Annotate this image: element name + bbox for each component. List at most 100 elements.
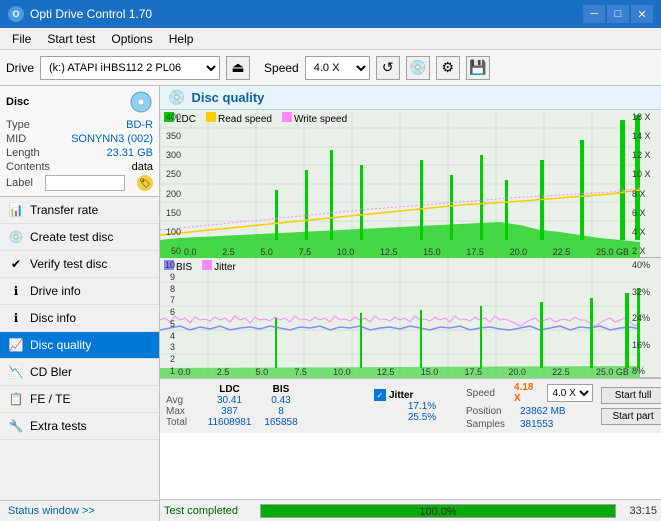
sidebar-item-disc-quality[interactable]: 📈 Disc quality — [0, 332, 159, 359]
disc-quality-icon: 📈 — [8, 337, 24, 353]
nav-item-label: FE / TE — [30, 392, 70, 406]
stats-max-bis: 8 — [261, 406, 301, 417]
y-left-350: 350 — [161, 131, 181, 141]
disc-length-value: 23.31 GB — [107, 147, 153, 159]
stats-total-label: Total — [166, 417, 198, 428]
stats-total-bis: 165858 — [261, 417, 301, 428]
start-part-button[interactable]: Start part — [601, 408, 661, 425]
x-label-12.5: 12.5 — [380, 247, 398, 257]
x2-label-20: 20.0 — [508, 367, 526, 377]
progress-status: Test completed — [164, 505, 254, 517]
settings-button[interactable]: ⚙ — [436, 56, 460, 80]
drive-toolbar: Drive (k:) ATAPI iHBS112 2 PL06 ⏏ Speed … — [0, 50, 661, 86]
sidebar-item-disc-info[interactable]: ℹ Disc info — [0, 305, 159, 332]
menu-file[interactable]: File — [4, 30, 39, 48]
x-label-25gb: 25.0 GB — [596, 247, 629, 257]
cd-bler-icon: 📉 — [8, 364, 24, 380]
extra-tests-icon: 🔧 — [8, 418, 24, 434]
y-right-40pct: 40% — [632, 260, 660, 270]
nav-item-label: CD Bler — [30, 365, 72, 379]
menu-help[interactable]: Help — [161, 30, 202, 48]
sidebar-item-create-test-disc[interactable]: 💿 Create test disc — [0, 224, 159, 251]
titlebar: O Opti Drive Control 1.70 ─ □ ✕ — [0, 0, 661, 28]
y-left-50: 50 — [161, 246, 181, 256]
y-label-8x: 8 X — [632, 189, 660, 199]
drive-select[interactable]: (k:) ATAPI iHBS112 2 PL06 — [40, 56, 220, 80]
y-left-150: 150 — [161, 208, 181, 218]
x2-label-10: 10.0 — [333, 367, 351, 377]
sidebar-item-transfer-rate[interactable]: 📊 Transfer rate — [0, 197, 159, 224]
menu-start-test[interactable]: Start test — [39, 30, 103, 48]
menu-options[interactable]: Options — [103, 30, 160, 48]
disc-mid-value: SONYNN3 (002) — [71, 133, 153, 145]
y-bis-9: 9 — [161, 272, 175, 282]
y-label-2x: 2 X — [632, 246, 660, 256]
x2-label-25gb: 25.0 GB — [596, 367, 629, 377]
ldc-chart: LDC Read speed Write speed 18 X 14 X 12 … — [160, 110, 661, 258]
close-button[interactable]: ✕ — [631, 5, 653, 23]
x-label-22.5: 22.5 — [553, 247, 571, 257]
menubar: File Start test Options Help — [0, 28, 661, 50]
start-full-button[interactable]: Start full — [601, 387, 661, 404]
sidebar-item-extra-tests[interactable]: 🔧 Extra tests — [0, 413, 159, 440]
disc-icon-button[interactable]: 💿 — [406, 56, 430, 80]
speed-test-select[interactable]: 4.0 X — [547, 384, 593, 402]
x-label-10: 10.0 — [337, 247, 355, 257]
y-left-250: 250 — [161, 169, 181, 179]
create-disc-icon: 💿 — [8, 229, 24, 245]
status-window-link[interactable]: Status window >> — [0, 500, 159, 521]
disc-label-input[interactable] — [45, 175, 125, 191]
y-bis-6: 6 — [161, 307, 175, 317]
nav-item-label: Drive info — [30, 284, 81, 298]
titlebar-controls: ─ □ ✕ — [583, 5, 653, 23]
disc-info-icon: ℹ — [8, 310, 24, 326]
sidebar: Disc Type BD-R MID SONYNN3 (002) Length … — [0, 86, 160, 521]
read-speed-legend: Read speed — [206, 112, 272, 125]
y-bis-5: 5 — [161, 319, 175, 329]
x-label-2.5: 2.5 — [222, 247, 235, 257]
nav-item-label: Transfer rate — [30, 203, 98, 217]
disc-label-label: Label — [6, 177, 33, 189]
sidebar-item-drive-info[interactable]: ℹ Drive info — [0, 278, 159, 305]
sidebar-item-verify-test-disc[interactable]: ✔ Verify test disc — [0, 251, 159, 278]
start-buttons: Start full Start part — [601, 387, 661, 425]
y-label-12x: 12 X — [632, 150, 660, 160]
maximize-button[interactable]: □ — [607, 5, 629, 23]
content-header: 💿 Disc quality — [160, 86, 661, 110]
app-title: Opti Drive Control 1.70 — [30, 7, 152, 21]
progress-time: 33:15 — [622, 505, 657, 517]
y-bis-2: 2 — [161, 354, 175, 364]
jitter-checkbox[interactable]: ✓ — [374, 389, 386, 401]
y-left-100: 100 — [161, 227, 181, 237]
y-left-300: 300 — [161, 150, 181, 160]
x2-label-22.5: 22.5 — [552, 367, 570, 377]
nav-item-label: Verify test disc — [30, 257, 107, 271]
sidebar-item-cd-bler[interactable]: 📉 CD Bler — [0, 359, 159, 386]
content-area: 💿 Disc quality — [160, 86, 661, 521]
write-speed-legend: Write speed — [282, 112, 347, 125]
disc-panel: Disc Type BD-R MID SONYNN3 (002) Length … — [0, 86, 159, 197]
disc-mid-row: MID SONYNN3 (002) — [6, 132, 153, 146]
titlebar-left: O Opti Drive Control 1.70 — [8, 6, 152, 22]
y-left-200: 200 — [161, 189, 181, 199]
progress-area: Test completed 100.0% 33:15 — [160, 499, 661, 521]
drive-info-icon: ℹ — [8, 283, 24, 299]
x2-label-5: 5.0 — [256, 367, 269, 377]
speed-select[interactable]: 4.0 X — [305, 56, 370, 80]
x-label-5: 5.0 — [260, 247, 273, 257]
app-icon: O — [8, 6, 24, 22]
disc-contents-label: Contents — [6, 161, 50, 173]
y-label-10x: 10 X — [632, 169, 660, 179]
sidebar-item-fe-te[interactable]: 📋 FE / TE — [0, 386, 159, 413]
stats-avg-jitter: 17.1% — [374, 401, 454, 412]
content-title: Disc quality — [191, 90, 264, 105]
y-right-32pct: 32% — [632, 287, 660, 297]
stats-avg-ldc: 30.41 — [202, 395, 257, 406]
save-button[interactable]: 💾 — [466, 56, 490, 80]
stats-empty — [166, 384, 198, 395]
y-label-6x: 6 X — [632, 208, 660, 218]
disc-type-value: BD-R — [126, 119, 153, 131]
eject-button[interactable]: ⏏ — [226, 56, 250, 80]
refresh-button[interactable]: ↺ — [376, 56, 400, 80]
minimize-button[interactable]: ─ — [583, 5, 605, 23]
